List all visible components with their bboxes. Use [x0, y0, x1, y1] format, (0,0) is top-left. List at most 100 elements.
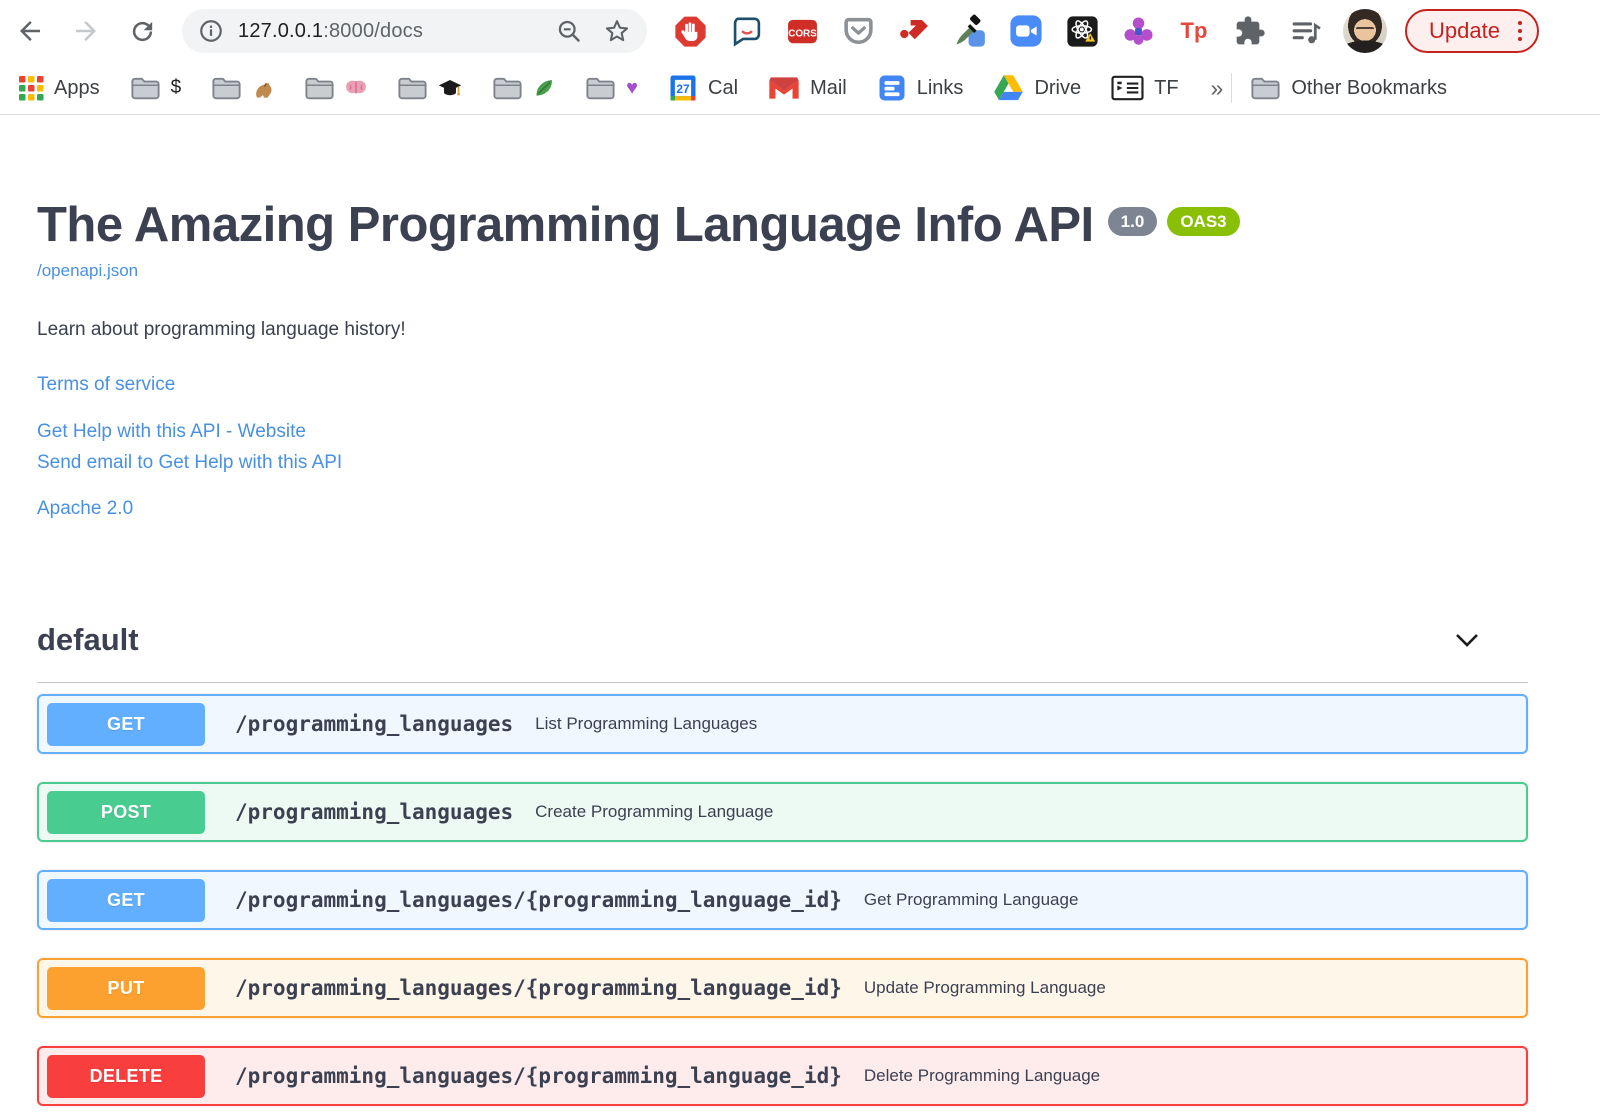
method-badge-delete: DELETE: [47, 1054, 205, 1098]
operation-summary: Create Programming Language: [535, 802, 774, 822]
puzzle-extension-icon[interactable]: [1233, 14, 1267, 48]
bookmark-tf[interactable]: TF: [1111, 74, 1179, 102]
operation-row-put[interactable]: PUT/programming_languages/{programming_l…: [37, 958, 1528, 1019]
zoom-video-extension-icon[interactable]: [1009, 14, 1043, 48]
back-arrow-icon[interactable]: [14, 15, 46, 47]
profile-avatar[interactable]: [1343, 9, 1387, 53]
bookmark-drive[interactable]: Drive: [993, 74, 1081, 102]
eyedropper-extension-icon[interactable]: [953, 14, 987, 48]
calendar-icon: 27: [668, 73, 698, 103]
section-title: default: [37, 622, 139, 658]
bookmark-dollar-folder[interactable]: $: [130, 76, 182, 101]
bookmark-label: Apps: [54, 76, 100, 99]
forward-arrow-icon[interactable]: [70, 15, 102, 47]
dollar-icon: $: [170, 77, 182, 98]
get-help-website-link[interactable]: Get Help with this API - Website: [37, 421, 306, 443]
bookmark-mail[interactable]: Mail: [768, 75, 847, 101]
browser-menu-icon[interactable]: [1517, 20, 1523, 42]
links-doc-icon: [877, 73, 907, 103]
page-title: The Amazing Programming Language Info AP…: [37, 198, 1094, 252]
operation-summary: Update Programming Language: [863, 978, 1106, 998]
bookmark-graduation-cap-folder[interactable]: [397, 76, 462, 101]
operation-path: /programming_languages/{programming_lang…: [235, 1064, 842, 1089]
operation-row-post[interactable]: POST/programming_languages Create Program…: [37, 782, 1528, 843]
folder-icon: [397, 76, 428, 101]
operation-row-delete[interactable]: DELETE/programming_languages/{programmin…: [37, 1046, 1528, 1107]
bookmark-herb-folder[interactable]: [492, 76, 555, 101]
method-badge-get: GET: [47, 878, 205, 922]
chevron-down-icon[interactable]: [1451, 628, 1483, 652]
operation-path: /programming_languages: [235, 800, 514, 825]
bookmark-links[interactable]: Links: [877, 73, 964, 103]
folder-icon: [585, 76, 616, 101]
bookmark-label: Cal: [708, 76, 739, 99]
bookmark-label: Other Bookmarks: [1291, 76, 1447, 99]
react-devtools-extension-icon[interactable]: [1065, 14, 1099, 48]
suffix-brain-icon: [345, 78, 367, 98]
chat-bubble-extension-icon[interactable]: [729, 14, 763, 48]
folder-icon: [211, 76, 242, 101]
folder-icon: [492, 76, 523, 101]
suffix-herb-icon: [533, 77, 555, 99]
bookmarks-separator: [1231, 73, 1233, 103]
section-header-default[interactable]: default: [37, 622, 1528, 684]
reload-icon[interactable]: [126, 15, 158, 47]
bookmark-carousel-horse-folder[interactable]: [211, 76, 274, 101]
tp-extension-label: Tp: [1180, 18, 1208, 43]
apps-grid-icon: [18, 75, 44, 101]
oas3-badge: OAS3: [1167, 207, 1240, 236]
svg-text:27: 27: [676, 82, 690, 96]
api-description: Learn about programming language history…: [37, 319, 406, 341]
bookmark-cal[interactable]: 27 Cal: [668, 73, 738, 103]
zoom-out-icon[interactable]: [556, 18, 583, 45]
contact-card-icon: [1111, 74, 1144, 102]
folder-icon: [304, 76, 335, 101]
drive-icon: [993, 74, 1024, 102]
browser-toolbar: 127.0.0.1:8000/docs CORS Tp Update: [0, 0, 1600, 62]
openapi-json-link[interactable]: /openapi.json: [37, 261, 138, 281]
operations-list: GET/programming_languages List Programmin…: [37, 694, 1528, 1107]
update-button[interactable]: Update: [1405, 9, 1540, 53]
playlist-music-extension-icon[interactable]: [1289, 14, 1323, 48]
bookmark-label: Mail: [810, 76, 847, 99]
operation-summary: List Programming Languages: [535, 714, 758, 734]
folder-icon: [1250, 76, 1281, 101]
info-icon[interactable]: [198, 18, 224, 44]
operation-row-get[interactable]: GET/programming_languages/{programming_l…: [37, 870, 1528, 931]
method-badge-put: PUT: [47, 966, 205, 1010]
operation-summary: Delete Programming Language: [863, 1066, 1101, 1086]
svg-text:CORS: CORS: [788, 28, 817, 39]
operation-path: /programming_languages/{programming_lang…: [235, 888, 842, 913]
pocket-shield-extension-icon[interactable]: [841, 14, 875, 48]
red-arrow-extension-icon[interactable]: [897, 14, 931, 48]
purple-heart-icon: ♥: [626, 76, 639, 99]
bookmark-label: TF: [1154, 76, 1179, 99]
star-icon[interactable]: [603, 17, 631, 45]
bookmark-label: Drive: [1034, 76, 1082, 99]
cors-extension-icon[interactable]: CORS: [785, 14, 819, 48]
get-help-email-link[interactable]: Send email to Get Help with this API: [37, 452, 342, 474]
purple-flower-extension-icon[interactable]: [1121, 14, 1155, 48]
bookmarks-bar: Apps $ ♥ 27 Cal Mail Links Drive TF » Other Book…: [0, 62, 1600, 115]
url-text[interactable]: 127.0.0.1:8000/docs: [238, 20, 556, 43]
operation-summary: Get Programming Language: [863, 890, 1079, 910]
adblock-extension-icon[interactable]: [673, 14, 707, 48]
operation-path: /programming_languages: [235, 712, 514, 737]
bookmarks-overflow-icon[interactable]: »: [1211, 75, 1224, 102]
tp-extension-icon[interactable]: Tp: [1177, 14, 1211, 48]
suffix-carousel-horse-icon: [252, 77, 274, 99]
license-link[interactable]: Apache 2.0: [37, 498, 133, 520]
bookmark-other-bookmarks[interactable]: Other Bookmarks: [1250, 76, 1447, 101]
operation-row-get[interactable]: GET/programming_languages List Programmin…: [37, 694, 1528, 755]
gmail-icon: [768, 75, 800, 101]
suffix-graduation-cap-icon: [438, 78, 462, 98]
operation-path: /programming_languages/{programming_lang…: [235, 976, 842, 1001]
terms-of-service-link[interactable]: Terms of service: [37, 374, 175, 396]
update-label: Update: [1429, 18, 1500, 43]
address-bar[interactable]: 127.0.0.1:8000/docs: [182, 9, 647, 53]
bookmark-brain-folder[interactable]: [304, 76, 367, 101]
bookmark-label: Links: [916, 76, 964, 99]
bookmark-purple-heart-folder[interactable]: ♥: [585, 76, 638, 101]
bookmark-apps[interactable]: Apps: [18, 75, 100, 101]
swagger-page: The Amazing Programming Language Info AP…: [0, 197, 1528, 1107]
